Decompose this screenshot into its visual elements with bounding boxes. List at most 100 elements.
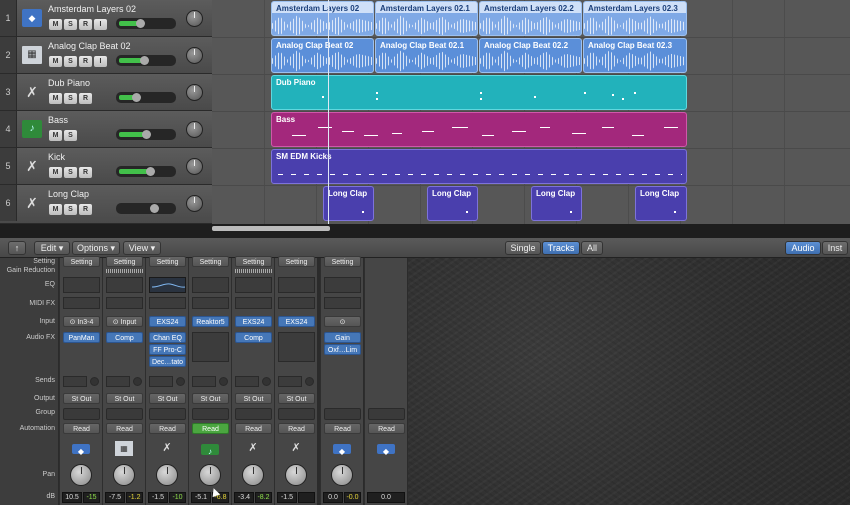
- automation-mode[interactable]: Read: [63, 423, 100, 434]
- track-header[interactable]: 2 ▦ Analog Clap Beat 02 M S R I: [0, 37, 212, 74]
- audio-region[interactable]: Analog Clap Beat 02.2: [479, 38, 582, 73]
- audio-region[interactable]: Amsterdam Layers 02.1: [375, 1, 478, 36]
- pane-divider[interactable]: [0, 224, 850, 238]
- send-slot[interactable]: [106, 376, 130, 387]
- mute-button[interactable]: M: [49, 130, 62, 141]
- audio-fx-slot[interactable]: [278, 332, 315, 362]
- track-header[interactable]: 4 ♪ Bass M S: [0, 111, 212, 148]
- eq-slot[interactable]: [192, 277, 229, 293]
- record-button[interactable]: R: [79, 167, 92, 178]
- midi-region[interactable]: Dub Piano: [271, 75, 687, 110]
- send-slot[interactable]: [235, 376, 259, 387]
- eq-slot[interactable]: [278, 277, 315, 293]
- group-slot[interactable]: [278, 408, 315, 420]
- tracks-view-button[interactable]: Tracks: [542, 241, 580, 255]
- output-slot[interactable]: St Out: [192, 393, 229, 404]
- midi-region[interactable]: SM EDM Kicks: [271, 149, 687, 184]
- instrument-slot[interactable]: EXS24: [278, 316, 315, 327]
- setting-button[interactable]: Setting: [278, 256, 315, 267]
- volume-slider[interactable]: [116, 18, 176, 29]
- audio-region[interactable]: Analog Clap Beat 02.1: [375, 38, 478, 73]
- input-monitor-button[interactable]: I: [94, 56, 107, 67]
- eq-slot[interactable]: [235, 277, 272, 293]
- track-header[interactable]: 3 ✗ Dub Piano M S R: [0, 74, 212, 111]
- input-slot[interactable]: ⊙ Input: [106, 316, 143, 327]
- record-button[interactable]: R: [79, 19, 92, 30]
- track-header[interactable]: 6 ✗ Long Clap M S R: [0, 185, 212, 224]
- setting-button[interactable]: Setting: [192, 256, 229, 267]
- audio-region[interactable]: Amsterdam Layers 02.2: [479, 1, 582, 36]
- pan-knob[interactable]: [242, 464, 264, 486]
- output-slot[interactable]: St Out: [235, 393, 272, 404]
- automation-mode[interactable]: Read: [278, 423, 315, 434]
- volume-slider[interactable]: [116, 55, 176, 66]
- pan-knob[interactable]: [285, 464, 307, 486]
- group-slot[interactable]: [235, 408, 272, 420]
- peak-readout[interactable]: -10: [169, 492, 186, 503]
- solo-button[interactable]: S: [64, 56, 77, 67]
- single-view-button[interactable]: Single: [505, 241, 541, 255]
- midi-fx-slot[interactable]: [63, 297, 100, 309]
- edit-menu[interactable]: Edit ▾: [34, 241, 70, 255]
- eq-slot[interactable]: [106, 277, 143, 293]
- pan-knob[interactable]: [186, 47, 203, 64]
- pan-knob[interactable]: [156, 464, 178, 486]
- audio-fx-slot[interactable]: Comp: [106, 332, 143, 343]
- all-view-button[interactable]: All: [581, 241, 603, 255]
- instrument-slot[interactable]: Reaktor5: [192, 316, 229, 327]
- track-name[interactable]: Long Clap: [48, 189, 89, 199]
- automation-mode[interactable]: Read: [368, 423, 405, 434]
- audio-region[interactable]: Amsterdam Layers 02.3: [583, 1, 687, 36]
- send-knob[interactable]: [262, 377, 271, 386]
- mute-button[interactable]: M: [49, 93, 62, 104]
- send-knob[interactable]: [219, 377, 228, 386]
- eq-slot[interactable]: [63, 277, 100, 293]
- peak-readout[interactable]: -8.2: [255, 492, 272, 503]
- setting-button[interactable]: Setting: [324, 256, 361, 267]
- track-header[interactable]: 5 ✗ Kick M S R: [0, 148, 212, 185]
- setting-button[interactable]: Setting: [235, 256, 272, 267]
- midi-fx-slot[interactable]: [324, 297, 361, 309]
- group-slot[interactable]: [106, 408, 143, 420]
- audio-fx-slot[interactable]: Comp: [235, 332, 272, 343]
- volume-slider[interactable]: [116, 203, 176, 214]
- group-slot[interactable]: [192, 408, 229, 420]
- audio-fx-slot[interactable]: Dec…tato: [149, 356, 186, 367]
- pan-knob[interactable]: [113, 464, 135, 486]
- solo-button[interactable]: S: [64, 93, 77, 104]
- volume-readout[interactable]: 10.5: [62, 492, 82, 503]
- up-arrow-icon[interactable]: ↑: [8, 241, 26, 255]
- volume-readout[interactable]: -1.5: [277, 492, 297, 503]
- midi-fx-slot[interactable]: [149, 297, 186, 309]
- setting-button[interactable]: Setting: [149, 256, 186, 267]
- output-slot[interactable]: St Out: [106, 393, 143, 404]
- mute-button[interactable]: M: [49, 56, 62, 67]
- send-knob[interactable]: [305, 377, 314, 386]
- group-slot[interactable]: [149, 408, 186, 420]
- midi-fx-slot[interactable]: [278, 297, 315, 309]
- audio-region[interactable]: Analog Clap Beat 02.3: [583, 38, 687, 73]
- playhead[interactable]: [328, 0, 329, 224]
- audio-fx-slot[interactable]: Chan EQ: [149, 332, 186, 343]
- audio-fx-slot[interactable]: Oxf…Lim: [324, 344, 361, 355]
- inst-filter-button[interactable]: Inst: [822, 241, 848, 255]
- midi-region[interactable]: Bass: [271, 112, 687, 147]
- group-slot[interactable]: [368, 408, 405, 420]
- mute-button[interactable]: M: [49, 19, 62, 30]
- solo-button[interactable]: S: [64, 19, 77, 30]
- send-slot[interactable]: [63, 376, 87, 387]
- track-name[interactable]: Dub Piano: [48, 78, 90, 88]
- pan-knob[interactable]: [186, 195, 203, 212]
- peak-readout[interactable]: -1.2: [126, 492, 143, 503]
- send-knob[interactable]: [90, 377, 99, 386]
- send-knob[interactable]: [133, 377, 142, 386]
- audio-fx-slot[interactable]: FF Pro-C: [149, 344, 186, 355]
- midi-fx-slot[interactable]: [106, 297, 143, 309]
- automation-mode[interactable]: Read: [192, 423, 229, 434]
- record-button[interactable]: R: [79, 204, 92, 215]
- track-name[interactable]: Amsterdam Layers 02: [48, 4, 136, 14]
- midi-region[interactable]: Long Clap: [427, 186, 478, 221]
- input-slot[interactable]: ⊙ In3-4: [63, 316, 100, 327]
- eq-slot[interactable]: [324, 277, 361, 293]
- volume-readout[interactable]: -7.5: [105, 492, 125, 503]
